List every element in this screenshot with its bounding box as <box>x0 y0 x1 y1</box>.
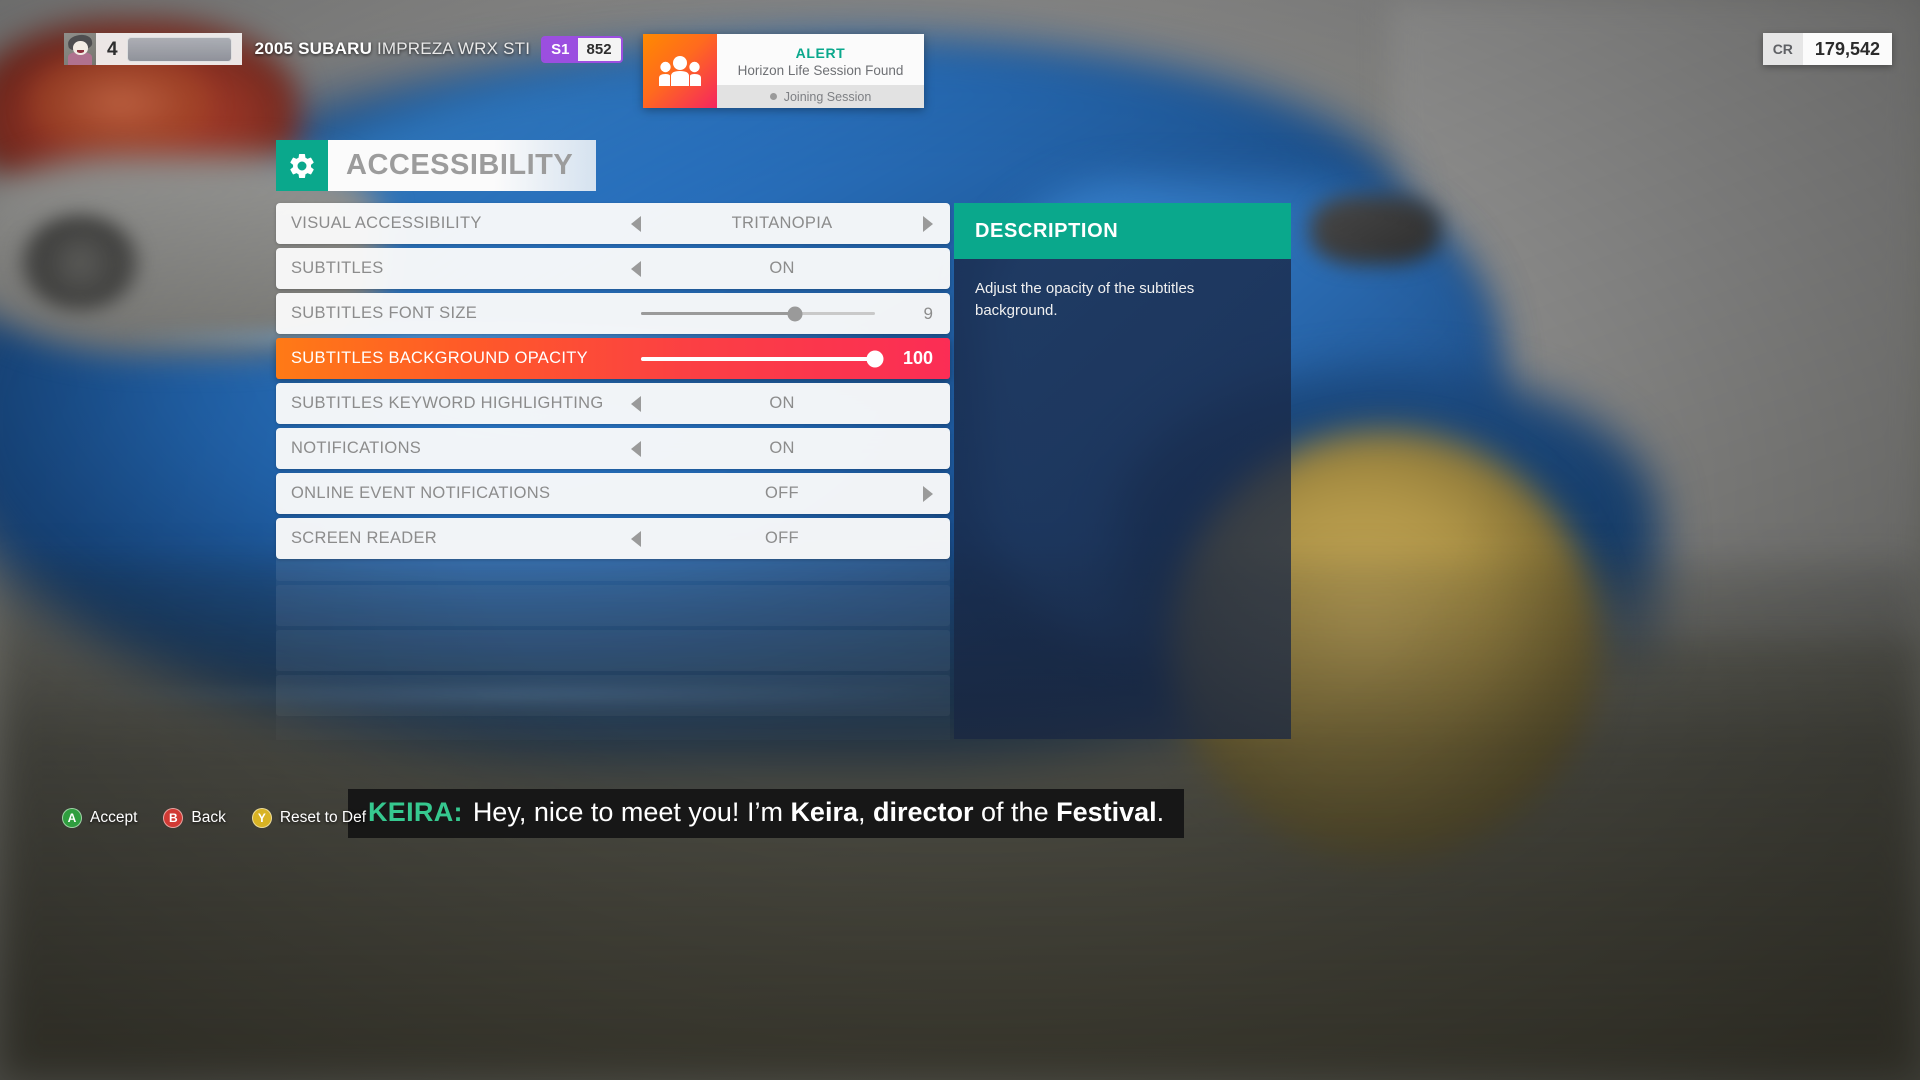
pi-class: S1 <box>543 37 578 61</box>
setting-label: NOTIFICATIONS <box>291 439 422 457</box>
avatar-mouth <box>77 50 84 53</box>
alert-title: ALERT <box>795 44 846 61</box>
setting-row-online-event-notifications[interactable]: ONLINE EVENT NOTIFICATIONS OFF <box>276 473 950 514</box>
people-group-icon <box>643 34 717 108</box>
alert-main: ALERT Horizon Life Session Found <box>717 34 924 85</box>
previous-option-arrow-icon[interactable] <box>631 260 641 277</box>
button-b-icon: B <box>163 808 184 828</box>
setting-control: OFF <box>631 473 933 514</box>
player-card: 4 <box>64 33 242 65</box>
credits-label: CR <box>1762 33 1803 65</box>
prompt-back[interactable]: B Back <box>163 808 226 828</box>
subtitle-segment: Hey, nice to meet you! I’m <box>472 797 791 827</box>
player-level: 4 <box>107 38 118 60</box>
setting-row-visual-accessibility[interactable]: VISUAL ACCESSIBILITY TRITANOPIA <box>276 203 950 244</box>
setting-value: OFF <box>765 484 799 502</box>
player-hud: 4 2005 SUBARU IMPREZA WRX STI S1 852 <box>64 33 623 65</box>
alert-footer: Joining Session <box>717 85 924 108</box>
subtitle-segment: . <box>1156 797 1165 827</box>
pi-value: 852 <box>577 37 621 61</box>
previous-option-arrow-icon[interactable] <box>631 440 641 457</box>
avatar <box>64 33 96 65</box>
xp-progress-bar <box>126 36 232 62</box>
credits-value: 179,542 <box>1802 33 1892 65</box>
prompt-label: Back <box>191 809 226 826</box>
subtitle-speaker: KEIRA: <box>368 797 463 827</box>
setting-row-subtitles-font-size[interactable]: SUBTITLES FONT SIZE 9 <box>276 293 950 334</box>
car-name: 2005 SUBARU IMPREZA WRX STI <box>255 39 531 59</box>
setting-control: TRITANOPIA <box>631 203 933 244</box>
credits-display: CR 179,542 <box>1762 33 1892 65</box>
subtitle-keyword: Keira <box>790 797 858 827</box>
description-text: Adjust the opacity of the subtitles back… <box>975 280 1195 319</box>
setting-control: OFF <box>631 518 933 559</box>
accessibility-settings-list: VISUAL ACCESSIBILITY TRITANOPIA SUBTITLE… <box>276 203 950 563</box>
subtitle-bar: KEIRA: Hey, nice to meet you! I’m Keira,… <box>348 789 1185 838</box>
previous-option-arrow-icon[interactable] <box>631 215 641 232</box>
alert-subtitle: Horizon Life Session Found <box>737 62 904 78</box>
setting-value: ON <box>769 394 795 412</box>
setting-row-subtitles-keyword-highlighting[interactable]: SUBTITLES KEYWORD HIGHLIGHTING ON <box>276 383 950 424</box>
setting-label: ONLINE EVENT NOTIFICATIONS <box>291 484 551 502</box>
loading-spinner-icon <box>769 93 777 100</box>
setting-control: ON <box>631 428 933 469</box>
alert-toast: ALERT Horizon Life Session Found Joining… <box>643 34 924 108</box>
slider-track[interactable] <box>641 350 884 367</box>
setting-slider[interactable]: 9 <box>631 304 933 324</box>
button-prompts: A Accept B Back Y Reset to Def <box>62 808 366 828</box>
setting-slider[interactable]: 100 <box>631 348 933 369</box>
button-a-icon: A <box>62 808 82 828</box>
next-option-arrow-icon[interactable] <box>923 485 933 502</box>
setting-row-screen-reader[interactable]: SCREEN READER OFF <box>276 518 950 559</box>
gear-icon <box>276 140 328 191</box>
alert-status: Joining Session <box>783 89 872 104</box>
alert-body: ALERT Horizon Life Session Found Joining… <box>717 34 924 108</box>
prompt-label: Accept <box>90 809 138 826</box>
subtitle-segment: , <box>857 797 873 827</box>
previous-option-arrow-icon[interactable] <box>631 395 641 412</box>
description-body: Adjust the opacity of the subtitles back… <box>954 259 1291 739</box>
slider-knob[interactable] <box>787 306 803 321</box>
slider-fill <box>641 356 875 361</box>
setting-value: TRITANOPIA <box>731 214 833 232</box>
setting-row-notifications[interactable]: NOTIFICATIONS ON <box>276 428 950 469</box>
setting-value: OFF <box>765 529 799 547</box>
setting-label: VISUAL ACCESSIBILITY <box>291 214 482 232</box>
subtitle-segment: of the <box>973 797 1057 827</box>
setting-label: SUBTITLES KEYWORD HIGHLIGHTING <box>291 394 604 412</box>
car-year-make: 2005 SUBARU <box>254 39 373 58</box>
subtitle-keyword: Festival <box>1056 797 1157 827</box>
slider-fill <box>641 312 796 315</box>
performance-index-badge: S1 852 <box>541 35 623 63</box>
prompt-accept[interactable]: A Accept <box>62 808 137 828</box>
page-title: ACCESSIBILITY <box>328 140 596 191</box>
setting-label: SUBTITLES FONT SIZE <box>291 304 478 322</box>
menu-header: ACCESSIBILITY <box>276 140 596 191</box>
setting-row-subtitles-background-opacity[interactable]: SUBTITLES BACKGROUND OPACITY 100 <box>276 338 950 379</box>
car-model: IMPREZA WRX STI <box>376 39 531 58</box>
previous-option-arrow-icon[interactable] <box>631 530 641 547</box>
description-header: DESCRIPTION <box>954 203 1291 259</box>
setting-control: ON <box>631 383 933 424</box>
slider-knob[interactable] <box>866 350 884 367</box>
next-option-arrow-icon[interactable] <box>923 215 933 232</box>
prompt-label: Reset to Def <box>279 809 367 826</box>
description-panel: DESCRIPTION Adjust the opacity of the su… <box>954 203 1291 739</box>
setting-row-subtitles[interactable]: SUBTITLES ON <box>276 248 950 289</box>
setting-label: SUBTITLES <box>291 259 384 277</box>
slider-value: 9 <box>923 303 933 323</box>
subtitle-text: Hey, nice to meet you! I’m Keira, direct… <box>473 797 1164 827</box>
setting-label: SUBTITLES BACKGROUND OPACITY <box>291 349 588 367</box>
slider-value: 100 <box>902 348 933 368</box>
subtitle-keyword: director <box>873 797 974 827</box>
prompt-reset-to-default[interactable]: Y Reset to Def <box>251 808 367 828</box>
setting-label: SCREEN READER <box>291 529 438 547</box>
setting-value: ON <box>769 259 795 277</box>
button-y-icon: Y <box>251 808 272 828</box>
setting-control: ON <box>631 248 933 289</box>
setting-value: ON <box>769 439 795 457</box>
slider-track[interactable] <box>641 306 875 321</box>
